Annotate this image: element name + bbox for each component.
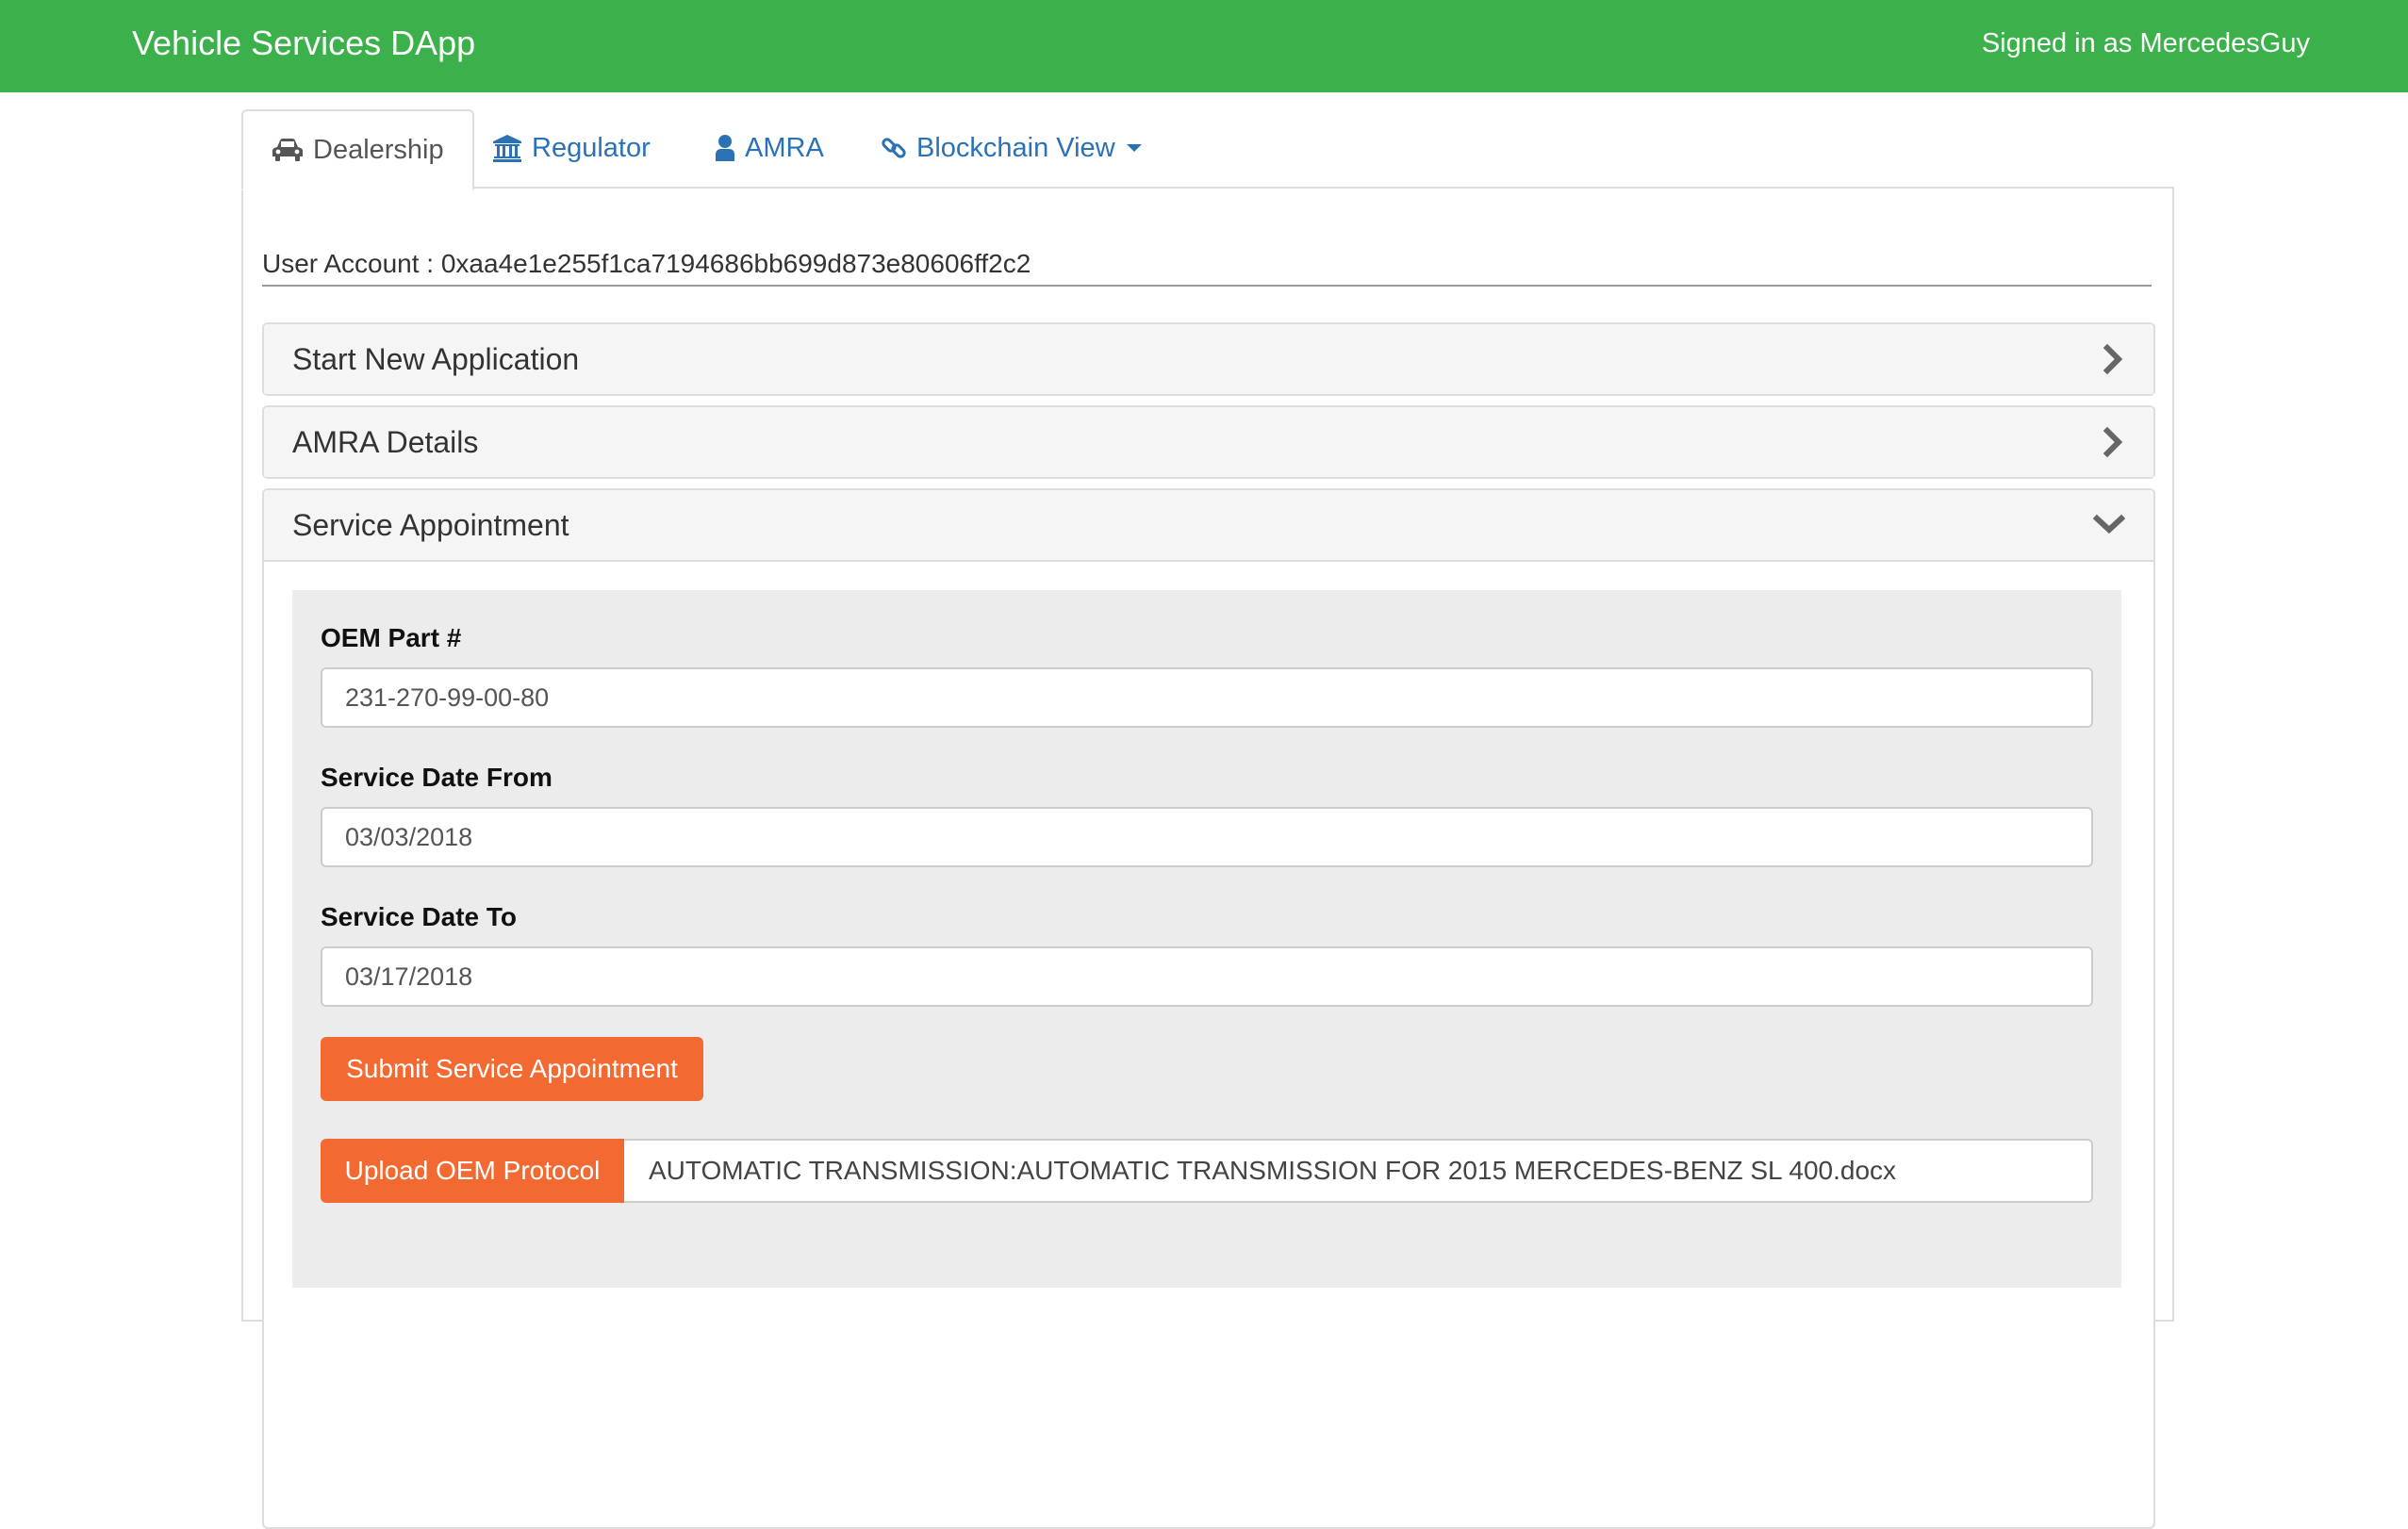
panel-heading-amra-details[interactable]: AMRA Details (264, 407, 2153, 477)
panel-title: AMRA Details (292, 424, 479, 459)
tab-regulator-label: Regulator (532, 132, 651, 163)
main-tabs: Dealership Regulator AMRA Blockchain Vie… (241, 109, 2172, 190)
panel-heading-start-new-application[interactable]: Start New Application (264, 324, 2153, 394)
app-brand[interactable]: Vehicle Services DApp (132, 23, 475, 64)
tab-regulator[interactable]: Regulator (492, 109, 651, 187)
service-date-to-label: Service Date To (321, 902, 518, 931)
oem-part-label: OEM Part # (321, 623, 462, 652)
tab-blockchain-view[interactable]: Blockchain View (881, 109, 1142, 187)
oem-part-input[interactable] (321, 667, 2093, 728)
bank-icon (493, 135, 521, 162)
service-date-from-input[interactable] (321, 807, 2093, 867)
service-date-to-input[interactable] (321, 946, 2093, 1007)
service-date-from-label: Service Date From (321, 763, 553, 792)
panel-title: Start New Application (292, 341, 580, 376)
car-icon (272, 139, 303, 161)
chevron-right-icon (2103, 427, 2123, 457)
submit-service-appointment-button[interactable]: Submit Service Appointment (321, 1037, 703, 1101)
chevron-right-icon (2103, 344, 2123, 374)
tab-blockchain-view-label: Blockchain View (916, 132, 1115, 163)
tab-amra-label: AMRA (745, 132, 824, 163)
signed-in-user: Signed in as MercedesGuy (1981, 28, 2310, 58)
tab-dealership-label: Dealership (313, 134, 444, 165)
panel-start-new-application: Start New Application (262, 322, 2155, 396)
uploaded-filename: AUTOMATIC TRANSMISSION:AUTOMATIC TRANSMI… (624, 1139, 2093, 1203)
chevron-down-icon (2093, 514, 2125, 534)
user-account: User Account : 0xaa4e1e255f1ca7194686bb6… (262, 247, 2152, 287)
panel-amra-details: AMRA Details (262, 405, 2155, 479)
panel-title: Service Appointment (292, 507, 569, 542)
top-navbar: Vehicle Services DApp Signed in as Merce… (0, 0, 2408, 92)
panel-heading-service-appointment[interactable]: Service Appointment (264, 490, 2153, 562)
tab-dealership[interactable]: Dealership (241, 109, 474, 190)
caret-down-icon (1126, 144, 1142, 152)
tab-amra[interactable]: AMRA (715, 109, 824, 187)
upload-oem-protocol-button[interactable]: Upload OEM Protocol (321, 1139, 624, 1203)
link-icon (882, 138, 906, 158)
user-icon (716, 135, 734, 161)
